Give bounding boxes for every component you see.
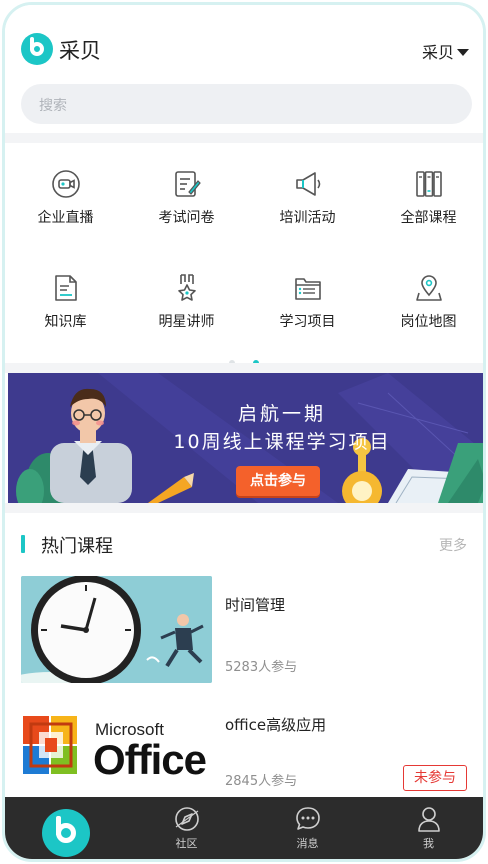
header: 采贝 采贝 搜索 bbox=[5, 5, 483, 135]
grid-item-training[interactable]: 培训活动 bbox=[247, 169, 368, 269]
location-selector[interactable]: 采贝 bbox=[422, 39, 469, 63]
grid-item-label: 培训活动 bbox=[279, 210, 336, 226]
status-badge: 未参与 bbox=[403, 765, 467, 791]
course-participants: 2845人参与 bbox=[225, 774, 298, 789]
course-title[interactable]: office高级应用 bbox=[225, 714, 326, 735]
tab-label: 社区 bbox=[175, 837, 198, 850]
more-link[interactable]: 更多 bbox=[439, 535, 467, 555]
office-product: Office bbox=[93, 736, 207, 783]
grid-item-live[interactable]: 企业直播 bbox=[5, 169, 126, 269]
live-camera-icon bbox=[51, 170, 80, 198]
tab-label: 我 bbox=[423, 837, 434, 850]
star-medal-icon bbox=[177, 274, 196, 301]
tab-me[interactable]: 我 bbox=[368, 797, 483, 859]
grid-item-label: 企业直播 bbox=[37, 210, 94, 226]
exam-form-icon bbox=[174, 171, 201, 197]
caret-down-icon bbox=[457, 48, 469, 56]
grid-item-all-courses[interactable]: 全部课程 bbox=[368, 169, 483, 269]
promo-banner[interactable]: 启航一期 10周线上课程学习项目 点击参与 bbox=[8, 373, 483, 503]
app-title: 采贝 bbox=[59, 39, 101, 63]
join-button[interactable]: 点击参与 bbox=[236, 466, 320, 496]
location-label: 采贝 bbox=[421, 43, 454, 62]
search-placeholder: 搜索 bbox=[39, 98, 67, 114]
books-icon bbox=[415, 171, 442, 197]
course-thumbnail-office[interactable]: Microsoft Office bbox=[21, 702, 212, 809]
grid-item-label: 岗位地图 bbox=[400, 314, 457, 330]
folder-list-icon bbox=[294, 278, 321, 300]
divider bbox=[5, 133, 483, 143]
divider bbox=[5, 363, 483, 373]
grid-item-label: 全部课程 bbox=[400, 210, 457, 226]
document-icon bbox=[54, 275, 77, 301]
grid-item-label: 知识库 bbox=[44, 314, 87, 330]
section-title: 热门课程 bbox=[41, 536, 113, 557]
course-title[interactable]: 时间管理 bbox=[225, 594, 285, 615]
chat-bubble-icon bbox=[295, 807, 320, 830]
tab-community[interactable]: 社区 bbox=[126, 797, 247, 859]
tab-messages[interactable]: 消息 bbox=[247, 797, 368, 859]
grid-item-label: 明星讲师 bbox=[158, 314, 215, 330]
grid-item-label: 学习项目 bbox=[279, 314, 336, 330]
person-icon bbox=[417, 807, 440, 832]
app-logo-icon bbox=[21, 33, 53, 65]
megaphone-icon bbox=[295, 172, 320, 196]
divider bbox=[5, 503, 483, 513]
map-pin-icon bbox=[415, 275, 442, 301]
clock-illustration bbox=[21, 576, 212, 683]
grid-item-label: 考试问卷 bbox=[158, 210, 215, 226]
tab-home-button[interactable] bbox=[42, 809, 90, 857]
phone-frame: 采贝 采贝 搜索 企业直播 考试问卷 培训活动 全部课程 知识库 明星讲师 学习… bbox=[2, 2, 486, 862]
search-input[interactable]: 搜索 bbox=[21, 84, 472, 124]
banner-subtitle: 10周线上课程学习项目 bbox=[173, 431, 391, 453]
section-marker bbox=[21, 535, 25, 553]
grid-item-exam[interactable]: 考试问卷 bbox=[126, 169, 247, 269]
function-grid: 企业直播 考试问卷 培训活动 全部课程 知识库 明星讲师 学习项目 岗位地图 bbox=[5, 145, 483, 366]
banner-title: 启航一期 bbox=[237, 403, 326, 425]
tab-label: 消息 bbox=[296, 837, 319, 850]
course-participants: 5283人参与 bbox=[225, 660, 298, 675]
course-thumbnail-time[interactable] bbox=[21, 576, 212, 683]
compass-icon bbox=[174, 807, 199, 831]
